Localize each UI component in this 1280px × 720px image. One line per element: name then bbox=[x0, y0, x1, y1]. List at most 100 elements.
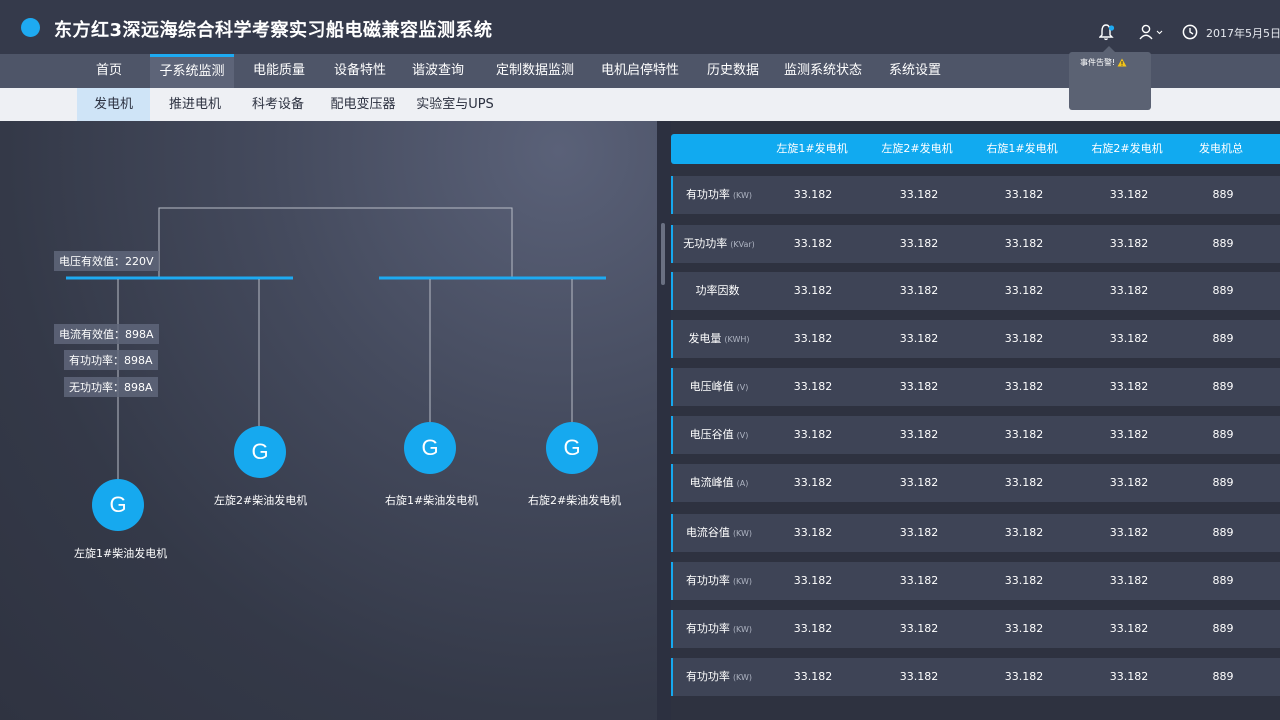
table-cell: 33.182 bbox=[793, 622, 833, 635]
table-cell: 33.182 bbox=[1109, 526, 1149, 539]
row-unit: (KVar) bbox=[730, 240, 755, 249]
sub-item-propulsion-motor[interactable]: 推进电机 bbox=[164, 88, 226, 121]
generator-4-icon[interactable]: G bbox=[546, 422, 598, 474]
table-cell: 33.182 bbox=[793, 476, 833, 489]
scrollbar-track[interactable] bbox=[657, 121, 671, 720]
nav-item-subsystem[interactable]: 子系统监测 bbox=[150, 54, 234, 88]
generator-3-label: 右旋1#柴油发电机 bbox=[385, 494, 479, 507]
table-cell: 33.182 bbox=[793, 574, 833, 587]
generator-3-icon[interactable]: G bbox=[404, 422, 456, 474]
nav-item-power-quality[interactable]: 电能质量 bbox=[248, 54, 310, 88]
table-cell: 889 bbox=[1212, 188, 1234, 201]
table-row: 有功功率 (KW) 33.182 33.182 33.182 33.182 889 bbox=[671, 562, 1280, 600]
row-unit: (KW) bbox=[732, 625, 753, 634]
column-header: 左旋1#发电机 bbox=[776, 142, 848, 155]
sub-item-lab-ups[interactable]: 实验室与UPS bbox=[415, 88, 495, 121]
reactive-power-tag: 无功功率：898A bbox=[64, 377, 158, 397]
nav-item-home[interactable]: 首页 bbox=[84, 54, 134, 88]
row-label: 有功功率 (KW) bbox=[673, 610, 765, 648]
current-date: 2017年5月5日 bbox=[1206, 27, 1280, 40]
row-label-text: 电流谷值 bbox=[685, 526, 730, 539]
table-cell: 33.182 bbox=[899, 188, 939, 201]
sub-item-transformer[interactable]: 配电变压器 bbox=[327, 88, 399, 121]
nav-item-motor-start-stop[interactable]: 电机启停特性 bbox=[597, 54, 683, 88]
row-label: 有功功率 (KW) bbox=[673, 658, 765, 696]
nav-item-monitor-status[interactable]: 监测系统状态 bbox=[780, 54, 866, 88]
generator-4-label: 右旋2#柴油发电机 bbox=[528, 494, 622, 507]
table-cell: 33.182 bbox=[1004, 428, 1044, 441]
table-cell: 33.182 bbox=[1004, 622, 1044, 635]
table-cell: 33.182 bbox=[1109, 670, 1149, 683]
nav-item-harmonic-query[interactable]: 谐波查询 bbox=[407, 54, 469, 88]
user-menu-icon[interactable] bbox=[1139, 24, 1163, 40]
nav-item-device-characteristics[interactable]: 设备特性 bbox=[329, 54, 391, 88]
table-cell: 33.182 bbox=[1109, 284, 1149, 297]
table-cell: 889 bbox=[1212, 428, 1234, 441]
table-row: 电压谷值 (V) 33.182 33.182 33.182 33.182 889 bbox=[671, 416, 1280, 454]
table-cell: 33.182 bbox=[1004, 476, 1044, 489]
table-cell: 33.182 bbox=[793, 332, 833, 345]
app-header: 东方红3深远海综合科学考察实习船电磁兼容监测系统 2017年5月5日 bbox=[0, 0, 1280, 54]
row-label: 电流峰值 (A) bbox=[673, 464, 765, 502]
table-cell: 889 bbox=[1212, 622, 1234, 635]
table-cell: 889 bbox=[1212, 526, 1234, 539]
clock-icon bbox=[1182, 24, 1198, 40]
table-row: 有功功率 (KW) 33.182 33.182 33.182 33.182 889 bbox=[671, 610, 1280, 648]
row-label: 发电量 (KWH) bbox=[673, 320, 765, 358]
table-cell: 889 bbox=[1212, 332, 1234, 345]
generator-1-icon[interactable]: G bbox=[92, 479, 144, 531]
row-label: 电压谷值 (V) bbox=[673, 416, 765, 454]
row-label: 无功功率 (KVar) bbox=[673, 225, 765, 263]
row-unit: (A) bbox=[736, 479, 749, 488]
table-cell: 33.182 bbox=[1004, 237, 1044, 250]
table-cell: 33.182 bbox=[793, 284, 833, 297]
sub-item-generator[interactable]: 发电机 bbox=[77, 88, 150, 121]
table-row: 发电量 (KWH) 33.182 33.182 33.182 33.182 889 bbox=[671, 320, 1280, 358]
column-header: 右旋2#发电机 bbox=[1091, 142, 1163, 155]
row-label-text: 发电量 bbox=[688, 332, 722, 345]
row-unit: (V) bbox=[736, 383, 749, 392]
column-header: 右旋1#发电机 bbox=[986, 142, 1058, 155]
alert-popover-content: 事件告警! bbox=[1080, 57, 1127, 68]
table-cell: 33.182 bbox=[899, 670, 939, 683]
table-cell: 889 bbox=[1212, 476, 1234, 489]
table-cell: 33.182 bbox=[1004, 526, 1044, 539]
row-label: 电流谷值 (KW) bbox=[673, 514, 765, 552]
row-label-text: 无功功率 bbox=[683, 237, 728, 250]
warning-icon bbox=[1117, 58, 1127, 67]
table-cell: 33.182 bbox=[1109, 188, 1149, 201]
generator-1-label: 左旋1#柴油发电机 bbox=[74, 547, 168, 560]
current-tag: 电流有效值：898A bbox=[54, 324, 159, 344]
row-label-text: 有功功率 bbox=[685, 188, 730, 201]
generator-2-icon[interactable]: G bbox=[234, 426, 286, 478]
table-cell: 33.182 bbox=[793, 428, 833, 441]
table-cell: 889 bbox=[1212, 670, 1234, 683]
table-cell: 33.182 bbox=[793, 670, 833, 683]
nav-item-history[interactable]: 历史数据 bbox=[702, 54, 764, 88]
table-cell: 889 bbox=[1212, 237, 1234, 250]
nav-item-settings[interactable]: 系统设置 bbox=[884, 54, 946, 88]
row-label-text: 电压峰值 bbox=[689, 380, 734, 393]
table-cell: 33.182 bbox=[793, 380, 833, 393]
table-cell: 33.182 bbox=[793, 237, 833, 250]
bell-icon[interactable] bbox=[1099, 23, 1115, 41]
row-label-text: 有功功率 bbox=[685, 574, 730, 587]
table-cell: 889 bbox=[1212, 380, 1234, 393]
table-row: 有功功率 (KW) 33.182 33.182 33.182 33.182 889 bbox=[671, 176, 1280, 214]
scrollbar-thumb[interactable] bbox=[661, 223, 665, 285]
table-cell: 33.182 bbox=[899, 574, 939, 587]
table-cell: 33.182 bbox=[899, 476, 939, 489]
row-label-text: 功率因数 bbox=[695, 284, 740, 297]
table-cell: 889 bbox=[1212, 574, 1234, 587]
table-cell: 33.182 bbox=[793, 188, 833, 201]
alert-popover[interactable]: 事件告警! bbox=[1069, 52, 1151, 110]
table-cell: 33.182 bbox=[899, 526, 939, 539]
voltage-tag: 电压有效值：220V bbox=[54, 251, 159, 271]
nav-item-custom-data[interactable]: 定制数据监测 bbox=[492, 54, 578, 88]
generator-diagram: 电压有效值：220V 电流有效值：898A 有功功率：898A 无功功率：898… bbox=[0, 121, 657, 720]
row-unit: (KWH) bbox=[724, 335, 750, 344]
table-cell: 33.182 bbox=[1004, 284, 1044, 297]
table-cell: 33.182 bbox=[793, 526, 833, 539]
table-cell: 33.182 bbox=[1109, 476, 1149, 489]
sub-item-research-equipment[interactable]: 科考设备 bbox=[247, 88, 309, 121]
